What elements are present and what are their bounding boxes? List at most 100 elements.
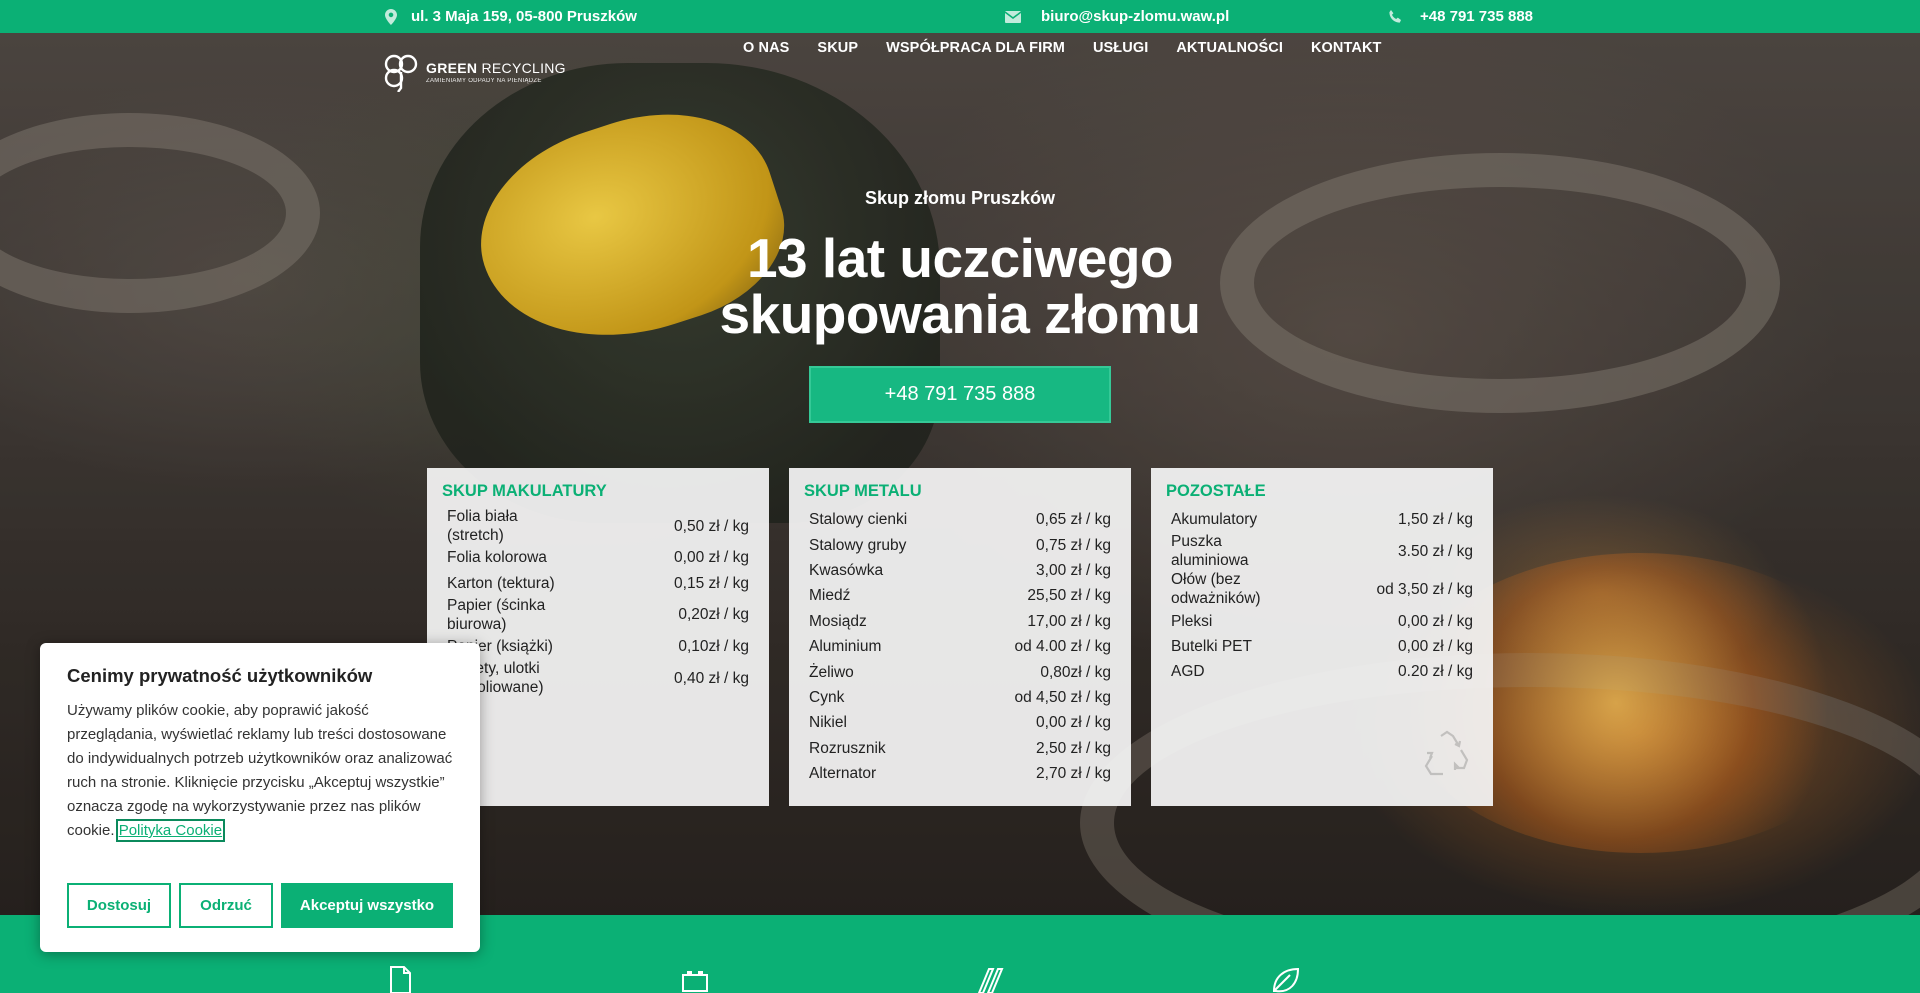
- material-price: 0,00 zł / kg: [1036, 714, 1111, 732]
- cookie-customize-button[interactable]: Dostosuj: [67, 883, 171, 928]
- material-name: Miedź: [809, 587, 851, 605]
- nav-wspolpraca[interactable]: WSPÓŁPRACA DLA FIRM: [886, 40, 1065, 56]
- material-price: 0,00 zł / kg: [1398, 637, 1473, 655]
- nav-kontakt[interactable]: KONTAKT: [1311, 40, 1382, 56]
- call-phone-button[interactable]: +48 791 735 888: [809, 366, 1111, 423]
- material-name: Pleksi: [1171, 612, 1213, 630]
- top-contact-bar: ul. 3 Maja 159, 05-800 Pruszków biuro@sk…: [0, 0, 1920, 33]
- cookie-accept-all-button[interactable]: Akceptuj wszystko: [281, 883, 453, 928]
- material-price: 0.20 zł / kg: [1398, 663, 1473, 681]
- price-row: Żeliwo 0,80zł / kg: [804, 659, 1116, 684]
- price-row: Pleksi 0,00 zł / kg: [1166, 608, 1478, 633]
- hero-title: 13 lat uczciwego skupowania złomu: [719, 227, 1201, 345]
- material-name: Żeliwo: [809, 663, 854, 681]
- material-name: Ołów (bez odważników): [1171, 571, 1261, 608]
- nav-skup[interactable]: SKUP: [817, 40, 858, 56]
- material-name: Mosiądz: [809, 612, 867, 630]
- price-row: Akumulatory 1,50 zł / kg: [1166, 507, 1478, 532]
- price-row: Papier (książki) 0,10zł / kg: [442, 634, 754, 659]
- material-price: 0,00 zł / kg: [674, 549, 749, 567]
- material-name: Stalowy gruby: [809, 536, 907, 554]
- price-row: Butelki PET 0,00 zł / kg: [1166, 634, 1478, 659]
- price-row: Gazety, ulotki (niefoliowane) 0,40 zł / k…: [442, 659, 754, 697]
- price-row: Ołów (bez odważników) od 3,50 zł / kg: [1166, 570, 1478, 608]
- material-name: Folia kolorowa: [447, 549, 547, 567]
- cookie-reject-button[interactable]: Odrzuć: [179, 883, 273, 928]
- material-name: Akumulatory: [1171, 511, 1258, 529]
- hero-subtitle: Skup złomu Pruszków: [864, 188, 1056, 208]
- material-name: Nikiel: [809, 714, 847, 732]
- cookie-title: Cenimy prywatność użytkowników: [67, 665, 373, 686]
- material-name: Alternator: [809, 765, 877, 783]
- price-row: Stalowy cienki 0,65 zł / kg: [804, 507, 1116, 532]
- price-card-metal: SKUP METALU Stalowy cienki 0,65 zł / kg St…: [789, 468, 1131, 806]
- material-name: Stalowy cienki: [809, 511, 908, 529]
- phone-item[interactable]: +48 791 735 888: [1388, 0, 1533, 33]
- recycle-icon: [1424, 730, 1469, 776]
- material-price: 2,50 zł / kg: [1036, 739, 1111, 757]
- material-price: 0,65 zł / kg: [1036, 511, 1111, 529]
- price-row: Puszka aluminiowa 3.50 zł / kg: [1166, 532, 1478, 570]
- material-price: 0,40 zł / kg: [674, 669, 749, 687]
- nav-aktualnosci[interactable]: AKTUALNOŚCI: [1176, 40, 1283, 56]
- material-price: 17,00 zł / kg: [1027, 612, 1111, 630]
- nav-o-nas[interactable]: O NAS: [743, 40, 789, 56]
- material-price: 1,50 zł / kg: [1398, 511, 1473, 529]
- material-name: Rozrusznik: [809, 739, 886, 757]
- price-card-pozostale: POZOSTAŁE Akumulatory 1,50 zł / kg Puszka …: [1151, 468, 1493, 806]
- price-row: Mosiądz 17,00 zł / kg: [804, 609, 1116, 634]
- cookie-text: Używamy plików cookie, aby poprawić jako…: [67, 702, 453, 842]
- material-price: 0,20zł / kg: [678, 606, 749, 624]
- material-name: Folia biała (stretch): [447, 508, 518, 544]
- site-logo[interactable]: GREEN RECYCLING ZAMIENIAMY ODPADY NA PIE…: [384, 52, 566, 92]
- cookie-policy-link[interactable]: Polityka Cookie: [115, 819, 226, 842]
- phone-icon: [1388, 9, 1402, 24]
- material-name: Papier (ścinka biurowa): [447, 596, 546, 633]
- material-price: od 4,50 zł / kg: [1014, 688, 1111, 706]
- phone-link[interactable]: +48 791 735 888: [1420, 8, 1533, 25]
- metal-bars-icon: [977, 968, 1004, 993]
- material-price: od 4.00 zł / kg: [1014, 638, 1111, 656]
- envelope-icon: [1005, 10, 1021, 23]
- material-price: 0,75 zł / kg: [1036, 536, 1111, 554]
- material-name: AGD: [1171, 663, 1205, 681]
- price-row: Stalowy gruby 0,75 zł / kg: [804, 532, 1116, 557]
- price-row: Folia kolorowa 0,00 zł / kg: [442, 545, 754, 570]
- main-nav: O NAS SKUP WSPÓŁPRACA DLA FIRM USŁUGI AK…: [743, 40, 1381, 56]
- card-title: SKUP METALU: [804, 482, 922, 500]
- material-price: 3.50 zł / kg: [1398, 542, 1473, 560]
- cookie-consent-dialog: Cenimy prywatność użytkowników Używamy p…: [40, 643, 480, 952]
- material-price: 2,70 zł / kg: [1036, 765, 1111, 783]
- price-row: Papier (ścinka biurowa) 0,20zł / kg: [442, 596, 754, 634]
- price-row: Karton (tektura) 0,15 zł / kg: [442, 570, 754, 595]
- price-row: Alternator 2,70 zł / kg: [804, 761, 1116, 786]
- material-price: od 3,50 zł / kg: [1376, 580, 1473, 598]
- price-row: Rozrusznik 2,50 zł / kg: [804, 736, 1116, 761]
- logo-name: GREEN RECYCLING: [426, 60, 566, 76]
- logo-icon: [384, 54, 418, 92]
- email-item[interactable]: biuro@skup-zlomu.waw.pl: [1005, 0, 1229, 33]
- price-row: AGD 0.20 zł / kg: [1166, 659, 1478, 684]
- material-name: Cynk: [809, 688, 845, 706]
- material-name: Kwasówka: [809, 561, 884, 579]
- material-name: Karton (tektura): [447, 574, 555, 592]
- material-price: 0,80zł / kg: [1040, 663, 1111, 681]
- material-name: Butelki PET: [1171, 637, 1252, 655]
- address-text: ul. 3 Maja 159, 05-800 Pruszków: [411, 8, 637, 25]
- card-title: POZOSTAŁE: [1166, 482, 1266, 500]
- leaf-icon: [1272, 967, 1300, 993]
- material-price: 0,00 zł / kg: [1398, 612, 1473, 630]
- price-row: Kwasówka 3,00 zł / kg: [804, 558, 1116, 583]
- material-name: Puszka aluminiowa: [1171, 533, 1249, 570]
- nav-uslugi[interactable]: USŁUGI: [1093, 40, 1148, 56]
- email-link[interactable]: biuro@skup-zlomu.waw.pl: [1041, 8, 1229, 25]
- material-name: Aluminium: [809, 638, 882, 656]
- price-row: Miedź 25,50 zł / kg: [804, 583, 1116, 608]
- map-pin-icon: [385, 8, 397, 25]
- address-item: ul. 3 Maja 159, 05-800 Pruszków: [385, 0, 637, 33]
- material-price: 25,50 zł / kg: [1027, 587, 1111, 605]
- material-price: 3,00 zł / kg: [1036, 561, 1111, 579]
- price-row: Cynk od 4,50 zł / kg: [804, 685, 1116, 710]
- material-price: 0,10zł / kg: [678, 637, 749, 655]
- price-row: Nikiel 0,00 zł / kg: [804, 710, 1116, 735]
